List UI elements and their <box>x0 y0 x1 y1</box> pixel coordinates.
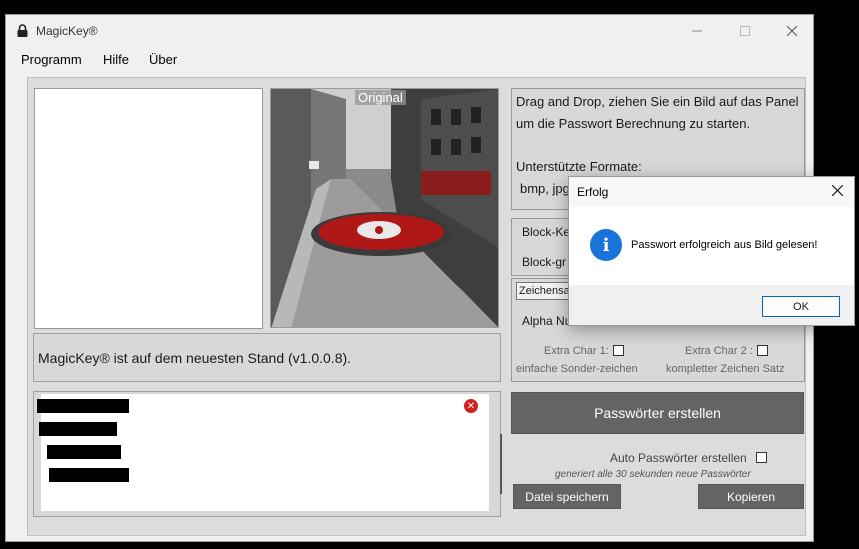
menu-ueber[interactable]: Über <box>149 52 177 67</box>
update-status-text: MagicKey® ist auf dem neuesten Stand (v1… <box>38 349 352 366</box>
drop-panel[interactable] <box>34 88 263 329</box>
error-icon[interactable]: ✕ <box>464 399 478 413</box>
window-title: MagicKey® <box>36 24 98 38</box>
minimize-icon <box>692 30 702 32</box>
instructions-line-1: Drag and Drop, ziehen Sie ein Bild auf d… <box>516 94 799 109</box>
menu-hilfe[interactable]: Hilfe <box>103 52 129 67</box>
lock-icon <box>17 24 28 37</box>
original-image-panel[interactable]: Original <box>270 88 499 328</box>
street-image <box>271 89 498 327</box>
dialog-title-bar[interactable]: Erfolg <box>569 177 854 207</box>
update-status: MagicKey® ist auf dem neuesten Stand (v1… <box>33 333 501 382</box>
dialog-message: Passwort erfolgreich aus Bild gelesen! <box>631 239 818 251</box>
auto-generate-label: Auto Passwörter erstellen <box>610 451 747 465</box>
extra-char-2-note: kompletter Zeichen Satz <box>666 363 785 375</box>
success-dialog: Erfolg i Passwort erfolgreich aus Bild g… <box>568 176 855 326</box>
password-output: ✕ <box>33 391 502 517</box>
password-list[interactable]: ✕ <box>37 394 502 511</box>
redacted-password <box>47 445 121 459</box>
redacted-password <box>49 468 129 482</box>
redacted-password <box>37 399 129 413</box>
instructions-line-2: um die Passwort Berechnung zu starten. <box>516 116 751 131</box>
close-icon <box>787 26 797 36</box>
dialog-close-button[interactable] <box>831 183 844 199</box>
extra-char-2-checkbox[interactable] <box>757 345 768 356</box>
extra-char-1-checkbox[interactable] <box>613 345 624 356</box>
image-label: Original <box>355 90 406 105</box>
info-icon: i <box>590 229 622 261</box>
redacted-password <box>39 422 117 436</box>
save-file-button[interactable]: Datei speichern <box>513 484 621 509</box>
block-size-label: Block-gr <box>522 255 567 269</box>
dialog-title: Erfolg <box>577 185 609 199</box>
extra-char-1-label: Extra Char 1: <box>544 345 609 357</box>
close-button[interactable] <box>777 20 807 42</box>
auto-generate-note: generiert alle 30 sekunden neue Passwört… <box>555 469 751 480</box>
title-bar[interactable]: MagicKey® <box>6 15 813 47</box>
vertical-scrollbar[interactable] <box>500 434 502 494</box>
menu-programm[interactable]: Programm <box>21 52 82 67</box>
minimize-button[interactable] <box>682 20 712 42</box>
generate-passwords-button[interactable]: Passwörter erstellen <box>511 392 804 434</box>
menu-bar: Programm Hilfe Über <box>6 49 813 71</box>
maximize-button[interactable] <box>730 20 760 42</box>
dialog-body: i Passwort erfolgreich aus Bild gelesen! <box>569 207 854 285</box>
extra-char-2-label: Extra Char 2 : <box>685 345 753 357</box>
formats-label: Unterstützte Formate: <box>516 159 642 174</box>
ok-button[interactable]: OK <box>762 296 840 317</box>
maximize-icon <box>740 26 750 36</box>
extra-char-1-note: einfache Sonder-zeichen <box>516 363 638 375</box>
copy-button[interactable]: Kopieren <box>698 484 804 509</box>
formats-list: bmp, jpg <box>520 181 570 196</box>
close-icon <box>831 184 844 197</box>
block-key-label: Block-Ke <box>522 225 571 239</box>
auto-generate-checkbox[interactable] <box>756 452 767 463</box>
